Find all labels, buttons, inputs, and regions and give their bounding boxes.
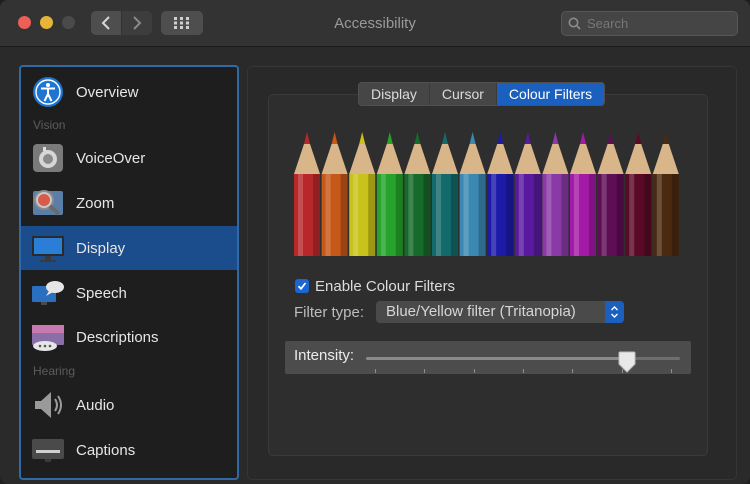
display-icon <box>32 236 64 262</box>
sidebar-item-display[interactable]: Display <box>21 226 237 270</box>
colour-pencil <box>487 132 514 256</box>
slider-tick <box>671 369 672 373</box>
intensity-slider-fill <box>366 357 627 360</box>
section-header-vision: Vision <box>33 118 66 132</box>
colour-pencil <box>376 132 403 256</box>
zoom-icon <box>33 190 63 216</box>
search-placeholder: Search <box>587 16 629 31</box>
search-field[interactable]: Search <box>561 11 738 36</box>
colour-pencils-preview <box>294 132 679 256</box>
voiceover-icon <box>33 144 63 172</box>
intensity-label: Intensity: <box>294 347 355 364</box>
colour-pencil <box>321 132 348 256</box>
sidebar-item-label: Audio <box>76 396 115 414</box>
colour-pencil <box>294 132 320 256</box>
slider-tick <box>523 369 524 373</box>
colour-pencil <box>459 132 486 256</box>
tab-bar: Display Cursor Colour Filters <box>358 82 606 106</box>
sidebar-item-descriptions[interactable]: Descriptions <box>21 315 237 359</box>
sidebar-item-overview[interactable]: Overview <box>21 70 237 114</box>
slider-tick <box>424 369 426 373</box>
preferences-window: Accessibility Search Overview Vision Voi… <box>0 0 750 484</box>
sidebar-item-label: Overview <box>76 83 139 101</box>
intensity-slider-thumb[interactable] <box>618 351 636 373</box>
colour-pencil <box>625 132 652 256</box>
overview-icon <box>33 77 63 107</box>
colour-pencil <box>432 132 458 256</box>
section-header-hearing: Hearing <box>33 364 76 378</box>
tab-cursor[interactable]: Cursor <box>430 83 497 105</box>
sidebar-item-voiceover[interactable]: VoiceOver <box>21 136 237 180</box>
checkmark-icon <box>297 282 307 291</box>
sidebar-item-label: VoiceOver <box>76 149 146 167</box>
tab-display[interactable]: Display <box>359 83 430 105</box>
colour-pencil <box>542 132 569 256</box>
colour-pencil <box>652 132 679 256</box>
slider-tick <box>375 369 376 373</box>
sidebar-item-label: Zoom <box>76 194 115 212</box>
colour-pencil <box>597 132 624 256</box>
sidebar-item-label: Speech <box>76 284 127 302</box>
sidebar: Overview Vision VoiceOver Zoom Display S… <box>19 65 239 480</box>
captions-icon <box>32 439 64 462</box>
filter-type-select[interactable]: Blue/Yellow filter (Tritanopia) <box>376 301 624 323</box>
slider-tick <box>621 369 623 373</box>
filter-type-value: Blue/Yellow filter (Tritanopia) <box>386 303 576 320</box>
filter-type-label: Filter type: <box>294 304 365 321</box>
enable-colour-filters-label[interactable]: Enable Colour Filters <box>315 278 455 295</box>
sidebar-item-label: Captions <box>76 441 136 459</box>
sidebar-item-label: Display <box>76 239 126 257</box>
speech-icon <box>32 281 64 305</box>
slider-tick <box>572 369 574 373</box>
sidebar-item-zoom[interactable]: Zoom <box>21 181 237 225</box>
search-icon <box>568 17 581 30</box>
colour-pencil <box>349 132 376 256</box>
colour-pencil <box>514 132 541 256</box>
tab-colour-filters[interactable]: Colour Filters <box>496 83 605 105</box>
sidebar-item-captions[interactable]: Captions <box>21 428 237 472</box>
title-bar: Accessibility Search <box>0 0 750 47</box>
sidebar-item-speech[interactable]: Speech <box>21 271 237 315</box>
colour-pencil <box>404 132 431 256</box>
colour-pencil <box>570 132 596 256</box>
speaker-icon <box>35 392 62 418</box>
up-down-arrows-icon <box>605 301 624 323</box>
sidebar-item-audio[interactable]: Audio <box>21 383 237 427</box>
sidebar-item-label: Descriptions <box>76 328 159 346</box>
enable-colour-filters-checkbox[interactable] <box>295 279 309 293</box>
slider-tick <box>473 369 475 373</box>
descriptions-icon <box>32 325 64 351</box>
intensity-row: Intensity: <box>285 341 691 374</box>
